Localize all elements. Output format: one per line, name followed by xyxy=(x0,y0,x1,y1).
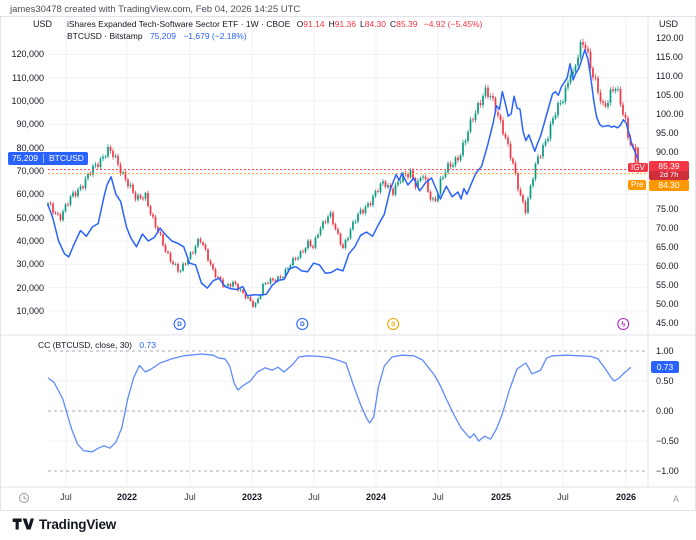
chart-plot-area[interactable]: D D Sϟ xyxy=(0,0,696,540)
right-axis-tick: 45.00 xyxy=(656,318,679,328)
left-axis-tick: 40,000 xyxy=(2,236,44,246)
main-series-change: −4.92 (−5.45%) xyxy=(424,19,483,29)
btc-badge-price: 75,209 xyxy=(12,152,38,165)
time-axis-label: Jul xyxy=(308,492,320,502)
tradingview-logo-icon xyxy=(12,516,34,532)
cc-value-badge: 0.73 xyxy=(651,361,679,373)
svg-text:D: D xyxy=(177,321,182,328)
right-axis-tick: 70.00 xyxy=(656,223,679,233)
time-axis-label: Jul xyxy=(60,492,72,502)
igv-symbol-tag: IGV xyxy=(628,163,648,173)
time-axis-label: 2022 xyxy=(117,492,137,502)
time-axis-label: 2025 xyxy=(491,492,511,502)
svg-text:D: D xyxy=(300,321,305,328)
left-axis-tick: 80,000 xyxy=(2,143,44,153)
time-axis-label: 2024 xyxy=(366,492,386,502)
right-axis-tick: 75.00 xyxy=(656,204,679,214)
left-axis-tick: 10,000 xyxy=(2,306,44,316)
right-axis-tick: 55.00 xyxy=(656,280,679,290)
cc-axis-tick: −1.00 xyxy=(656,466,679,476)
right-axis-tick: 115.00 xyxy=(656,52,683,62)
time-axis[interactable]: Jul 2022 Jul 2023 Jul 2024 Jul 2025 Jul 2026 xyxy=(0,487,696,510)
tradingview-snapshot: james30478 created with TradingView.com,… xyxy=(0,0,696,540)
time-axis-label: Jul xyxy=(432,492,444,502)
right-axis-tick: 90.00 xyxy=(656,147,679,157)
time-axis-label: Jul xyxy=(184,492,196,502)
cc-axis-tick: 0.50 xyxy=(656,376,674,386)
btc-badge-symbol: BTCUSD xyxy=(49,152,84,165)
right-axis-tick: 95.00 xyxy=(656,128,679,138)
right-axis-tick: 105.00 xyxy=(656,90,684,100)
btc-series-legend[interactable]: BTCUSD · Bitstamp 75,209 −1,679 (−2.18%) xyxy=(67,31,247,41)
left-axis-tick: 30,000 xyxy=(2,259,44,269)
btc-series-change: −1,679 (−2.18%) xyxy=(183,31,246,41)
time-axis-label: 2023 xyxy=(242,492,262,502)
right-axis-tick: 60.00 xyxy=(656,261,679,271)
btc-series-value: 75,209 xyxy=(150,31,176,41)
right-price-axis[interactable]: 120.00 115.00 110.00 105.00 100.00 95.00 90.00… xyxy=(648,17,696,487)
cc-indicator-value: 0.73 xyxy=(139,340,156,350)
cc-axis-tick: −0.50 xyxy=(656,436,679,446)
marker-dividend[interactable]: D xyxy=(174,319,185,330)
premarket-tag: Pre xyxy=(628,180,646,190)
tradingview-logo-text: TradingView xyxy=(39,517,116,532)
left-axis-tick: 120,000 xyxy=(2,49,44,59)
time-axis-label: Jul xyxy=(557,492,569,502)
marker-event-flash[interactable]: ϟ xyxy=(618,319,629,330)
marker-split[interactable]: S xyxy=(388,319,399,330)
left-axis-tick: 100,000 xyxy=(2,96,44,106)
left-price-axis[interactable]: 120,000 110,000 100,000 90,000 80,000 70,000 6… xyxy=(0,17,48,487)
premarket-price-badge: 84.30 xyxy=(649,180,689,191)
cc-indicator-legend[interactable]: CC (BTCUSD, close, 30) 0.73 xyxy=(38,340,156,350)
btc-price-badge: 75,209 BTCUSD xyxy=(8,152,88,165)
right-axis-tick: 100.00 xyxy=(656,109,684,119)
left-axis-tick: 50,000 xyxy=(2,213,44,223)
main-series-legend[interactable]: iShares Expanded Tech-Software Sector ET… xyxy=(67,19,482,29)
marker-dividend[interactable]: D xyxy=(297,319,308,330)
cc-indicator-title: CC (BTCUSD, close, 30) xyxy=(38,340,132,350)
time-axis-label: 2026 xyxy=(616,492,636,502)
igv-candles xyxy=(47,39,639,309)
right-axis-tick: 120.00 xyxy=(656,33,684,43)
cc-correlation-line xyxy=(48,354,631,452)
main-series-title: iShares Expanded Tech-Software Sector ET… xyxy=(67,19,290,29)
badge-separator xyxy=(43,154,44,163)
igv-badge-countdown: 2d 7h xyxy=(649,171,689,180)
cc-axis-tick: 1.00 xyxy=(656,346,674,356)
left-axis-tick: 60,000 xyxy=(2,189,44,199)
right-axis-tick: 110.00 xyxy=(656,71,683,81)
cc-axis-tick: 0.00 xyxy=(656,406,674,416)
btc-price-line xyxy=(48,50,638,296)
igv-price-badge: 85.39 2d 7h xyxy=(649,161,689,180)
left-axis-tick: 110,000 xyxy=(2,73,44,83)
right-axis-tick: 50.00 xyxy=(656,299,679,309)
btc-series-title: BTCUSD · Bitstamp xyxy=(67,31,143,41)
left-axis-tick: 90,000 xyxy=(2,119,44,129)
auto-scale-button[interactable]: A xyxy=(670,493,682,505)
tradingview-logo[interactable]: TradingView xyxy=(12,516,116,532)
left-axis-tick: 20,000 xyxy=(2,283,44,293)
right-axis-tick: 65.00 xyxy=(656,242,679,252)
svg-text:S: S xyxy=(391,321,396,328)
left-axis-tick: 70,000 xyxy=(2,166,44,176)
ohlc-values: O91.14H91.36L84.30C85.39 xyxy=(293,19,418,29)
